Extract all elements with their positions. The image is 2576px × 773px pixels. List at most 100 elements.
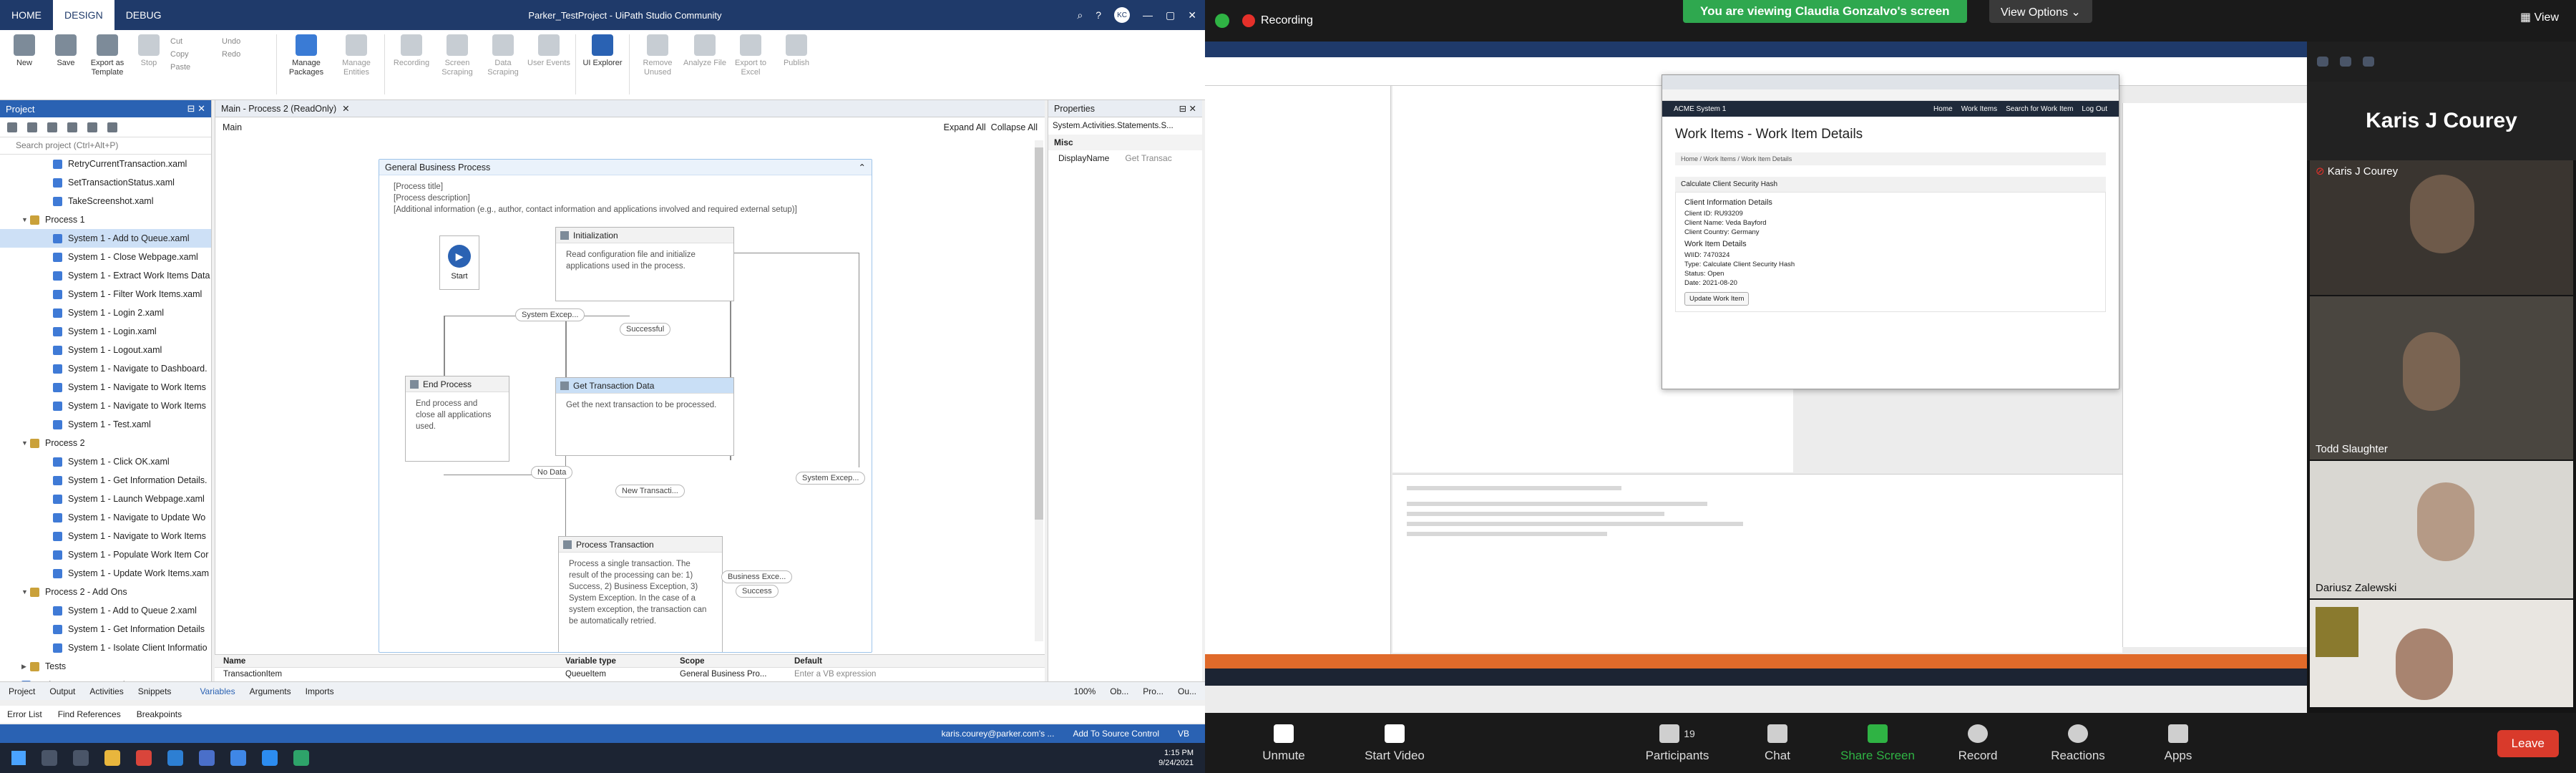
tab-project[interactable]: Project [9,686,35,696]
transition-new-transaction[interactable]: New Transacti... [615,485,685,497]
transition-no-data[interactable]: No Data [531,466,573,479]
search-taskbar-icon[interactable] [42,750,57,766]
chat-button[interactable]: Chat [1727,724,1828,763]
tab-error-list[interactable]: Error List [7,709,42,719]
unmute-button[interactable]: Unmute [1234,724,1334,763]
transition-business-exception[interactable]: Business Exce... [721,570,793,583]
recording-button[interactable]: Recording [389,34,434,68]
start-node[interactable]: ▶ Start [439,235,479,290]
tree-file[interactable]: System 1 - Isolate Client Informatio [0,638,211,657]
tab-home[interactable]: HOME [0,0,53,30]
expand-all-link[interactable]: Expand All [944,122,986,132]
transition-successful[interactable]: Successful [620,323,671,336]
update-work-item-button[interactable]: Update Work Item [1684,292,1750,306]
manage-entities-button[interactable]: Manage Entities [333,34,380,77]
outlook-icon[interactable] [167,750,183,766]
zoom-level[interactable]: 100% [1074,686,1096,696]
view-options-button[interactable]: View Options ⌄ [1989,0,2092,23]
tree-file[interactable]: System 1 - Login 2.xaml [0,303,211,322]
tab-debug[interactable]: DEBUG [114,0,173,30]
ui-explorer-button[interactable]: UI Explorer [580,34,625,68]
refresh-icon[interactable] [7,122,17,132]
pin-icon[interactable]: ⊟ ✕ [187,103,205,115]
tree-folder[interactable]: ▼ Process 1 [0,210,211,229]
end-process-activity[interactable]: End Process End process and close all ap… [405,376,509,462]
view-button[interactable]: ▦ View [2520,10,2559,24]
transition-success[interactable]: Success [736,585,779,598]
maximize-icon[interactable]: ▢ [1166,9,1175,21]
tab-find-references[interactable]: Find References [58,709,121,719]
export-excel-button[interactable]: Export to Excel [728,34,773,77]
zoom-taskbar-icon[interactable] [262,750,278,766]
nav-work-items[interactable]: Work Items [1961,105,1997,113]
tree-file[interactable]: System 1 - Navigate to Dashboard. [0,359,211,378]
tab-variables[interactable]: Variables [200,686,235,696]
nav-home[interactable]: Home [1933,105,1953,113]
flowchart-container[interactable]: General Business Process ⌃ [Process title… [379,159,872,653]
settings-icon[interactable] [107,122,117,132]
tree-folder[interactable]: ▼ Process 2 - Add Ons [0,583,211,601]
user-avatar[interactable]: KC [1114,7,1131,23]
tree-file[interactable]: System 1 - Add to Queue 2.xaml [0,601,211,620]
cut-button[interactable]: Cut [170,37,220,46]
tree-file[interactable]: System 1 - Add to Queue.xaml [0,229,211,248]
tab-imports[interactable]: Imports [306,686,334,696]
task-view-icon[interactable] [73,750,89,766]
breadcrumb[interactable]: Main [223,122,242,132]
remove-unused-button[interactable]: Remove Unused [634,34,681,77]
tree-file[interactable]: System 1 - Launch Webpage.xaml [0,490,211,508]
new-button[interactable]: New [4,34,44,68]
collapse-all-link[interactable]: Collapse All [991,122,1038,132]
property-group[interactable]: Misc [1048,135,1202,150]
tree-file[interactable]: System 1 - Update Work Items.xam [0,564,211,583]
close-icon[interactable]: ✕ [1188,9,1196,21]
tab-object-repository[interactable]: Ob... [1110,686,1128,696]
manage-packages-button[interactable]: Manage Packages [281,34,331,77]
tree-file[interactable]: System 1 - Login.xaml [0,322,211,341]
chevron-right-icon[interactable]: ▶ [21,663,30,671]
tree-file[interactable]: System 1 - Populate Work Item Cor [0,545,211,564]
tab-output[interactable]: Output [49,686,75,696]
excel-taskbar-icon[interactable] [293,750,309,766]
transition-system-exception[interactable]: System Excep... [515,308,585,321]
tree-file[interactable]: System 1 - Extract Work Items Data [0,266,211,285]
leave-button[interactable]: Leave [2497,730,2559,757]
get-transaction-activity[interactable]: Get Transaction Data Get the next transa… [555,377,734,456]
participants-button[interactable]: 19 Participants [1627,724,1727,763]
pin-icon[interactable]: ⊟ ✕ [1179,103,1196,114]
collapse-icon[interactable] [47,122,57,132]
start-video-button[interactable]: Start Video [1334,724,1455,763]
tree-file[interactable]: RetryCurrentTransaction.xaml [0,155,211,173]
tree-folder[interactable]: ▶ Tests [0,657,211,676]
search-icon[interactable]: ⌕ [1077,9,1083,21]
video-tile-1[interactable]: ⊘ Karis J Courey [2310,160,2573,295]
tree-file[interactable]: System 1 - Get Information Details [0,620,211,638]
paste-button[interactable]: Paste [170,63,220,72]
tree-file[interactable]: System 1 - Click OK.xaml [0,452,211,471]
tree-file[interactable]: System 1 - Test.xaml [0,415,211,434]
tree-file[interactable]: System 1 - Get Information Details. [0,471,211,490]
user-account[interactable]: karis.courey@parker.com's ... [942,729,1055,739]
process-transaction-activity[interactable]: Process Transaction Process a single tra… [558,536,723,652]
strip-view-icon[interactable] [2340,57,2351,67]
analyze-file-button[interactable]: Analyze File [683,34,727,68]
close-tab-icon[interactable]: ✕ [342,103,349,114]
tab-breakpoints[interactable]: Breakpoints [137,709,182,719]
user-events-button[interactable]: User Events [527,34,571,68]
designer-tab[interactable]: Main - Process 2 (ReadOnly) ✕ [215,100,1045,117]
screen-scraping-button[interactable]: Screen Scraping [435,34,479,77]
variable-row[interactable]: TransactionItem QueueItem General Busine… [215,668,1045,681]
minimize-icon[interactable]: — [1143,9,1153,21]
tab-arguments[interactable]: Arguments [250,686,291,696]
chevron-down-icon[interactable]: ▼ [21,439,30,447]
help-icon[interactable]: ? [1096,9,1101,21]
share-screen-button[interactable]: Share Screen [1828,724,1928,763]
nav-logout[interactable]: Log Out [2082,105,2107,113]
export-template-button[interactable]: Export as Template [87,34,127,77]
copy-button[interactable]: Copy [170,50,220,59]
chevron-down-icon[interactable]: ▼ [21,216,30,223]
uipath-studio-icon[interactable] [230,750,246,766]
displayname-field[interactable]: Get Transac [1125,153,1171,163]
tab-properties[interactable]: Pro... [1143,686,1163,696]
add-source-control-button[interactable]: Add To Source Control [1073,729,1159,739]
